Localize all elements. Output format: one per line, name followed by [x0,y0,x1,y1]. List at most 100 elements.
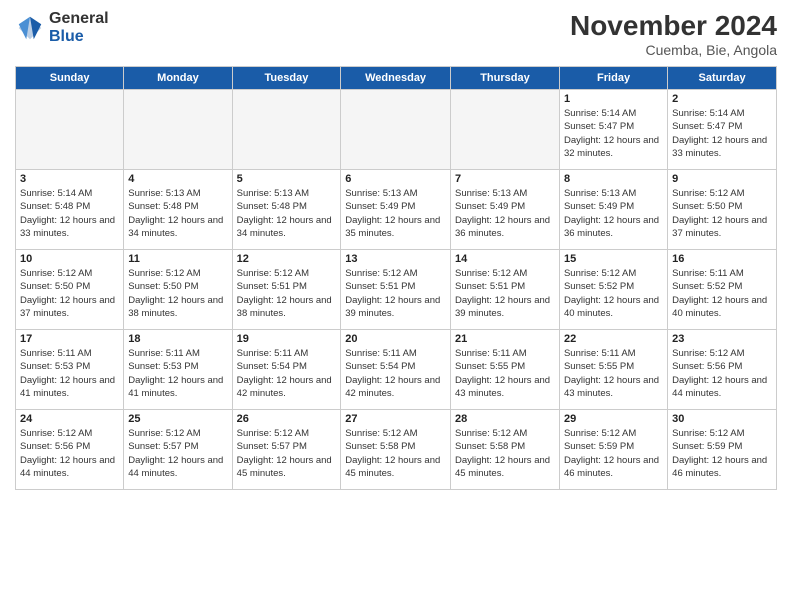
calendar-cell [341,90,451,170]
day-number: 17 [20,333,119,345]
day-info: Sunrise: 5:14 AM Sunset: 5:48 PM Dayligh… [20,187,119,240]
week-row-3: 10 Sunrise: 5:12 AM Sunset: 5:50 PM Dayli… [16,250,777,330]
weekday-header-monday: Monday [124,67,232,90]
week-row-2: 3 Sunrise: 5:14 AM Sunset: 5:48 PM Daylig… [16,170,777,250]
calendar-cell: 16 Sunrise: 5:11 AM Sunset: 5:52 PM Dayli… [668,250,777,330]
calendar-cell: 11 Sunrise: 5:12 AM Sunset: 5:50 PM Dayli… [124,250,232,330]
calendar-cell: 10Sunrise: 5:12 AM Sunset: 5:50 PM Dayli… [16,250,124,330]
day-number: 27 [345,413,446,425]
calendar-body: 1 Sunrise: 5:14 AM Sunset: 5:47 PM Daylig… [16,90,777,490]
calendar-cell: 8Sunrise: 5:13 AM Sunset: 5:49 PM Daylig… [559,170,667,250]
calendar-cell: 15 Sunrise: 5:12 AM Sunset: 5:52 PM Dayli… [559,250,667,330]
calendar-cell [124,90,232,170]
logo-general-text: General [49,10,109,28]
day-number: 26 [237,413,337,425]
week-row-1: 1 Sunrise: 5:14 AM Sunset: 5:47 PM Daylig… [16,90,777,170]
day-info: Sunrise: 5:11 AM Sunset: 5:53 PM Dayligh… [20,347,119,400]
day-info: Sunrise: 5:12 AM Sunset: 5:58 PM Dayligh… [345,427,446,480]
day-info: Sunrise: 5:12 AM Sunset: 5:59 PM Dayligh… [564,427,663,480]
day-info: Sunrise: 5:13 AM Sunset: 5:49 PM Dayligh… [345,187,446,240]
day-info: Sunrise: 5:12 AM Sunset: 5:56 PM Dayligh… [672,347,772,400]
page-header: General Blue November 2024 Cuemba, Bie, … [15,10,777,58]
page-title: November 2024 [570,10,777,42]
day-number: 24 [20,413,119,425]
calendar-cell: 6 Sunrise: 5:13 AM Sunset: 5:49 PM Daylig… [341,170,451,250]
day-number: 25 [128,413,227,425]
calendar-cell: 18 Sunrise: 5:11 AM Sunset: 5:53 PM Dayli… [124,330,232,410]
day-number: 8 [564,173,663,185]
day-info: Sunrise: 5:12 AM Sunset: 5:57 PM Dayligh… [128,427,227,480]
day-info: Sunrise: 5:12 AM Sunset: 5:50 PM Dayligh… [128,267,227,320]
day-number: 5 [237,173,337,185]
day-number: 1 [564,93,663,105]
day-info: Sunrise: 5:12 AM Sunset: 5:51 PM Dayligh… [455,267,555,320]
day-number: 4 [128,173,227,185]
week-row-4: 17 Sunrise: 5:11 AM Sunset: 5:53 PM Dayli… [16,330,777,410]
weekday-header-friday: Friday [559,67,667,90]
day-number: 6 [345,173,446,185]
day-info: Sunrise: 5:11 AM Sunset: 5:54 PM Dayligh… [237,347,337,400]
weekday-header-sunday: Sunday [16,67,124,90]
calendar-cell: 4Sunrise: 5:13 AM Sunset: 5:48 PM Daylig… [124,170,232,250]
day-number: 14 [455,253,555,265]
weekday-header-saturday: Saturday [668,67,777,90]
day-number: 21 [455,333,555,345]
calendar-cell: 1 Sunrise: 5:14 AM Sunset: 5:47 PM Daylig… [559,90,667,170]
calendar-cell: 17 Sunrise: 5:11 AM Sunset: 5:53 PM Dayli… [16,330,124,410]
day-info: Sunrise: 5:14 AM Sunset: 5:47 PM Dayligh… [672,107,772,160]
day-number: 16 [672,253,772,265]
weekday-header-wednesday: Wednesday [341,67,451,90]
day-number: 12 [237,253,337,265]
day-number: 23 [672,333,772,345]
calendar-cell: 30 Sunrise: 5:12 AM Sunset: 5:59 PM Dayli… [668,410,777,490]
calendar-cell: 21 Sunrise: 5:11 AM Sunset: 5:55 PM Dayli… [450,330,559,410]
day-number: 2 [672,93,772,105]
day-number: 3 [20,173,119,185]
day-number: 9 [672,173,772,185]
day-number: 15 [564,253,663,265]
calendar-cell: 14 Sunrise: 5:12 AM Sunset: 5:51 PM Dayli… [450,250,559,330]
day-info: Sunrise: 5:11 AM Sunset: 5:53 PM Dayligh… [128,347,227,400]
day-info: Sunrise: 5:12 AM Sunset: 5:52 PM Dayligh… [564,267,663,320]
logo-text: General Blue [49,10,109,45]
calendar-cell: 25 Sunrise: 5:12 AM Sunset: 5:57 PM Dayli… [124,410,232,490]
day-number: 19 [237,333,337,345]
day-info: Sunrise: 5:12 AM Sunset: 5:56 PM Dayligh… [20,427,119,480]
calendar-cell [16,90,124,170]
day-info: Sunrise: 5:12 AM Sunset: 5:58 PM Dayligh… [455,427,555,480]
calendar-cell: 3 Sunrise: 5:14 AM Sunset: 5:48 PM Daylig… [16,170,124,250]
day-number: 22 [564,333,663,345]
day-info: Sunrise: 5:13 AM Sunset: 5:49 PM Dayligh… [455,187,555,240]
logo-blue-text: Blue [49,28,109,46]
day-number: 29 [564,413,663,425]
calendar-cell: 13Sunrise: 5:12 AM Sunset: 5:51 PM Dayli… [341,250,451,330]
day-number: 28 [455,413,555,425]
calendar-cell: 27 Sunrise: 5:12 AM Sunset: 5:58 PM Dayli… [341,410,451,490]
weekday-header-tuesday: Tuesday [232,67,341,90]
day-info: Sunrise: 5:12 AM Sunset: 5:59 PM Dayligh… [672,427,772,480]
calendar-cell: 24 Sunrise: 5:12 AM Sunset: 5:56 PM Dayli… [16,410,124,490]
day-number: 20 [345,333,446,345]
calendar-cell: 12Sunrise: 5:12 AM Sunset: 5:51 PM Dayli… [232,250,341,330]
calendar-cell: 20Sunrise: 5:11 AM Sunset: 5:54 PM Dayli… [341,330,451,410]
day-info: Sunrise: 5:11 AM Sunset: 5:55 PM Dayligh… [455,347,555,400]
day-info: Sunrise: 5:11 AM Sunset: 5:55 PM Dayligh… [564,347,663,400]
calendar-cell: 7Sunrise: 5:13 AM Sunset: 5:49 PM Daylig… [450,170,559,250]
calendar-cell: 5 Sunrise: 5:13 AM Sunset: 5:48 PM Daylig… [232,170,341,250]
title-block: November 2024 Cuemba, Bie, Angola [570,10,777,58]
page-subtitle: Cuemba, Bie, Angola [570,42,777,58]
day-info: Sunrise: 5:13 AM Sunset: 5:48 PM Dayligh… [237,187,337,240]
calendar-cell: 22 Sunrise: 5:11 AM Sunset: 5:55 PM Dayli… [559,330,667,410]
day-number: 11 [128,253,227,265]
calendar-cell: 23 Sunrise: 5:12 AM Sunset: 5:56 PM Dayli… [668,330,777,410]
day-number: 18 [128,333,227,345]
calendar-cell: 19 Sunrise: 5:11 AM Sunset: 5:54 PM Dayli… [232,330,341,410]
day-number: 30 [672,413,772,425]
day-info: Sunrise: 5:14 AM Sunset: 5:47 PM Dayligh… [564,107,663,160]
day-number: 10 [20,253,119,265]
day-info: Sunrise: 5:11 AM Sunset: 5:52 PM Dayligh… [672,267,772,320]
logo-icon [15,13,45,43]
calendar-cell: 2 Sunrise: 5:14 AM Sunset: 5:47 PM Daylig… [668,90,777,170]
calendar-cell: 29 Sunrise: 5:12 AM Sunset: 5:59 PM Dayli… [559,410,667,490]
day-info: Sunrise: 5:12 AM Sunset: 5:51 PM Dayligh… [345,267,446,320]
